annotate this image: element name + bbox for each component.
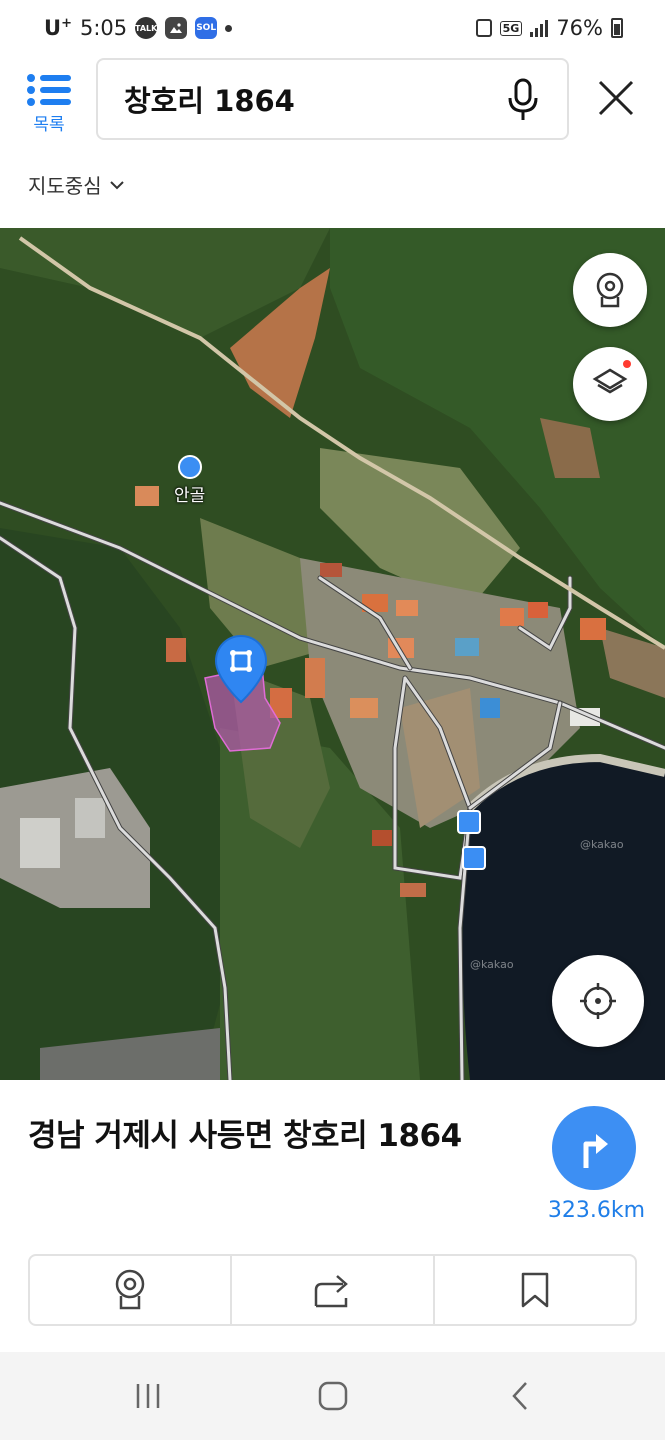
kakaotalk-icon: TALK [135, 17, 157, 39]
poi-label[interactable]: 안골 [174, 481, 205, 506]
map-layers-button[interactable] [573, 347, 647, 421]
map-imagery [0, 228, 665, 1080]
location-pin-icon[interactable] [214, 634, 268, 704]
recent-apps-icon [136, 1384, 160, 1408]
close-icon[interactable] [596, 78, 636, 118]
home-icon [318, 1381, 348, 1411]
bookmark-button[interactable] [435, 1256, 635, 1324]
sol-app-icon: SOL [195, 17, 218, 39]
bus-stop-icon[interactable] [457, 810, 481, 834]
recent-apps-button[interactable] [128, 1380, 168, 1412]
new-badge-dot [623, 360, 631, 368]
roadview-icon [115, 1269, 145, 1310]
more-notifications-dot [225, 24, 233, 32]
status-left: U+ 5:05 TALK SOL [44, 16, 233, 40]
satellite-map[interactable]: 안골 @kakao @kakao [0, 228, 665, 1080]
share-icon [315, 1275, 349, 1308]
status-time: 5:05 [79, 16, 128, 40]
map-center-label: 지도중심 [28, 174, 102, 198]
map-watermark: @kakao [580, 838, 624, 851]
search-input[interactable] [124, 60, 484, 138]
place-sheet: 경남 거제시 사등면 창호리 1864 323.6km [0, 1080, 665, 1352]
action-bar [28, 1254, 637, 1326]
list-button[interactable]: 목록 [24, 72, 74, 135]
crosshair-icon [580, 983, 616, 1019]
carrier-label: U+ [44, 16, 72, 40]
mountain-poi-icon[interactable] [178, 455, 202, 479]
back-icon [512, 1382, 527, 1410]
bookmark-icon [521, 1272, 549, 1308]
bus-stop-icon[interactable] [462, 846, 486, 870]
gallery-icon [165, 17, 188, 39]
chevron-down-icon [109, 180, 124, 189]
search-header: 목록 지도중심 [0, 58, 665, 228]
system-nav-bar [0, 1352, 665, 1440]
share-button[interactable] [232, 1256, 435, 1324]
map-watermark: @kakao [470, 958, 514, 971]
cctv-icon [596, 272, 624, 308]
battery-icon [611, 18, 623, 38]
directions-button[interactable] [552, 1106, 636, 1190]
data-saver-icon [475, 19, 492, 37]
mic-icon[interactable] [505, 78, 541, 122]
back-button[interactable] [500, 1380, 540, 1412]
distance-label: 323.6km [547, 1198, 645, 1223]
battery-percent: 76% [556, 16, 603, 40]
status-right: 5G 76% [475, 16, 623, 40]
search-box[interactable] [96, 58, 569, 140]
network-type-badge: 5G [499, 20, 523, 36]
current-location-button[interactable] [552, 955, 644, 1047]
signal-icon [530, 19, 549, 37]
list-icon [27, 72, 71, 108]
place-address: 경남 거제시 사등면 창호리 1864 [28, 1118, 462, 1154]
status-bar: U+ 5:05 TALK SOL 5G 76% [0, 0, 665, 58]
home-button[interactable] [313, 1380, 353, 1412]
directions-arrow-icon [583, 1134, 608, 1168]
list-label: 목록 [33, 115, 65, 135]
roadview-button[interactable] [30, 1256, 233, 1324]
layers-icon [592, 368, 628, 394]
cctv-view-button[interactable] [573, 253, 647, 327]
map-center-dropdown[interactable]: 지도중심 [28, 170, 124, 199]
